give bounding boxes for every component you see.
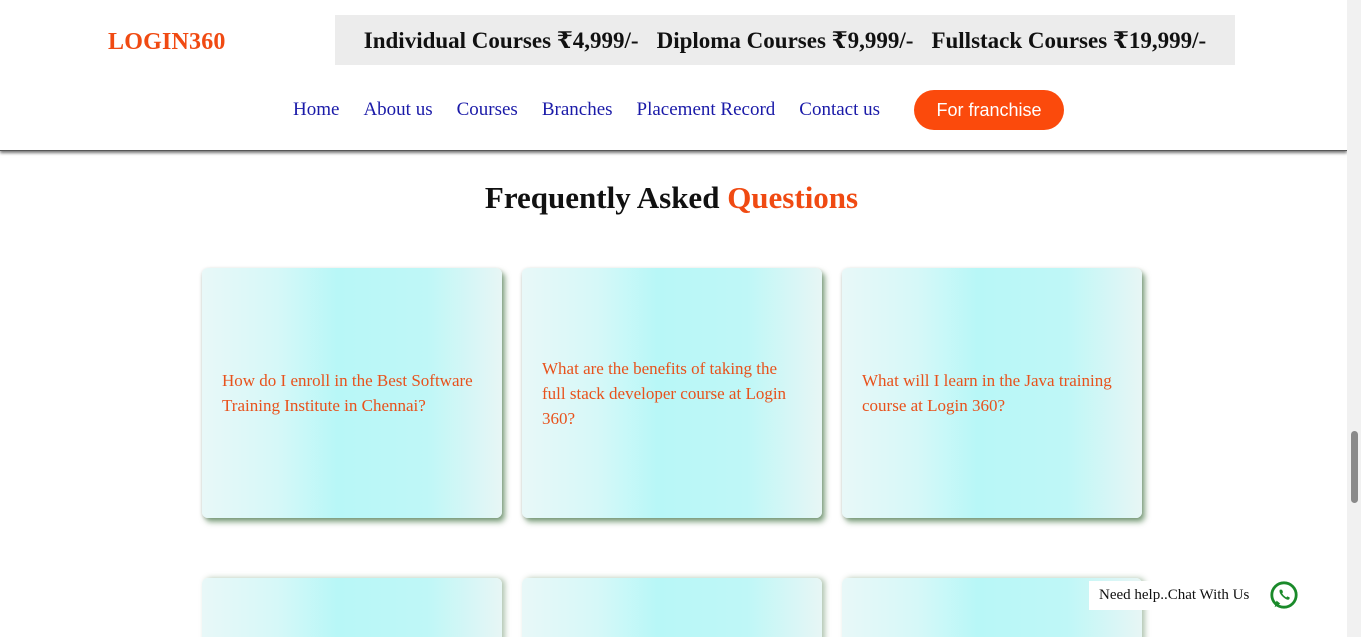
site-header: LOGIN360 Individual Courses ₹4,999/- Dip… (0, 0, 1347, 151)
faq-card[interactable] (522, 578, 822, 637)
chat-label[interactable]: Need help..Chat With Us (1089, 580, 1260, 610)
scrollbar-thumb[interactable] (1351, 431, 1358, 503)
site-logo[interactable]: LOGIN360 (108, 29, 226, 56)
faq-heading-accent: Questions (727, 180, 859, 215)
nav-home[interactable]: Home (293, 99, 339, 121)
price-banner: Individual Courses ₹4,999/- Diploma Cour… (335, 15, 1235, 65)
faq-card[interactable]: What will I learn in the Java training c… (842, 268, 1142, 518)
franchise-button[interactable]: For franchise (914, 90, 1065, 130)
faq-card[interactable] (202, 578, 502, 637)
faq-card[interactable]: How do I enroll in the Best Software Tra… (202, 268, 502, 518)
price-diploma: Diploma Courses ₹9,999/- (656, 27, 914, 53)
faq-question: What will I learn in the Java training c… (862, 371, 1112, 415)
nav-contact[interactable]: Contact us (799, 99, 880, 121)
whatsapp-icon[interactable] (1269, 580, 1299, 610)
page-scrollbar[interactable] (1347, 0, 1361, 637)
faq-question: How do I enroll in the Best Software Tra… (222, 371, 473, 415)
chat-widget[interactable]: Need help..Chat With Us (1089, 580, 1299, 610)
faq-card[interactable]: What are the benefits of taking the full… (522, 268, 822, 518)
faq-question: What are the benefits of taking the full… (542, 358, 787, 428)
faq-heading-main: Frequently Asked (484, 180, 720, 215)
nav-about[interactable]: About us (363, 99, 432, 121)
faq-heading: Frequently Asked Questions (0, 180, 1343, 216)
nav-courses[interactable]: Courses (457, 99, 518, 121)
price-fullstack: Fullstack Courses ₹19,999/- (931, 27, 1207, 53)
main-nav: Home About us Courses Branches Placement… (293, 90, 1065, 130)
page: LOGIN360 Individual Courses ₹4,999/- Dip… (0, 0, 1361, 637)
nav-branches[interactable]: Branches (542, 99, 613, 121)
price-individual: Individual Courses ₹4,999/- (363, 27, 639, 53)
nav-placement-record[interactable]: Placement Record (637, 99, 776, 121)
